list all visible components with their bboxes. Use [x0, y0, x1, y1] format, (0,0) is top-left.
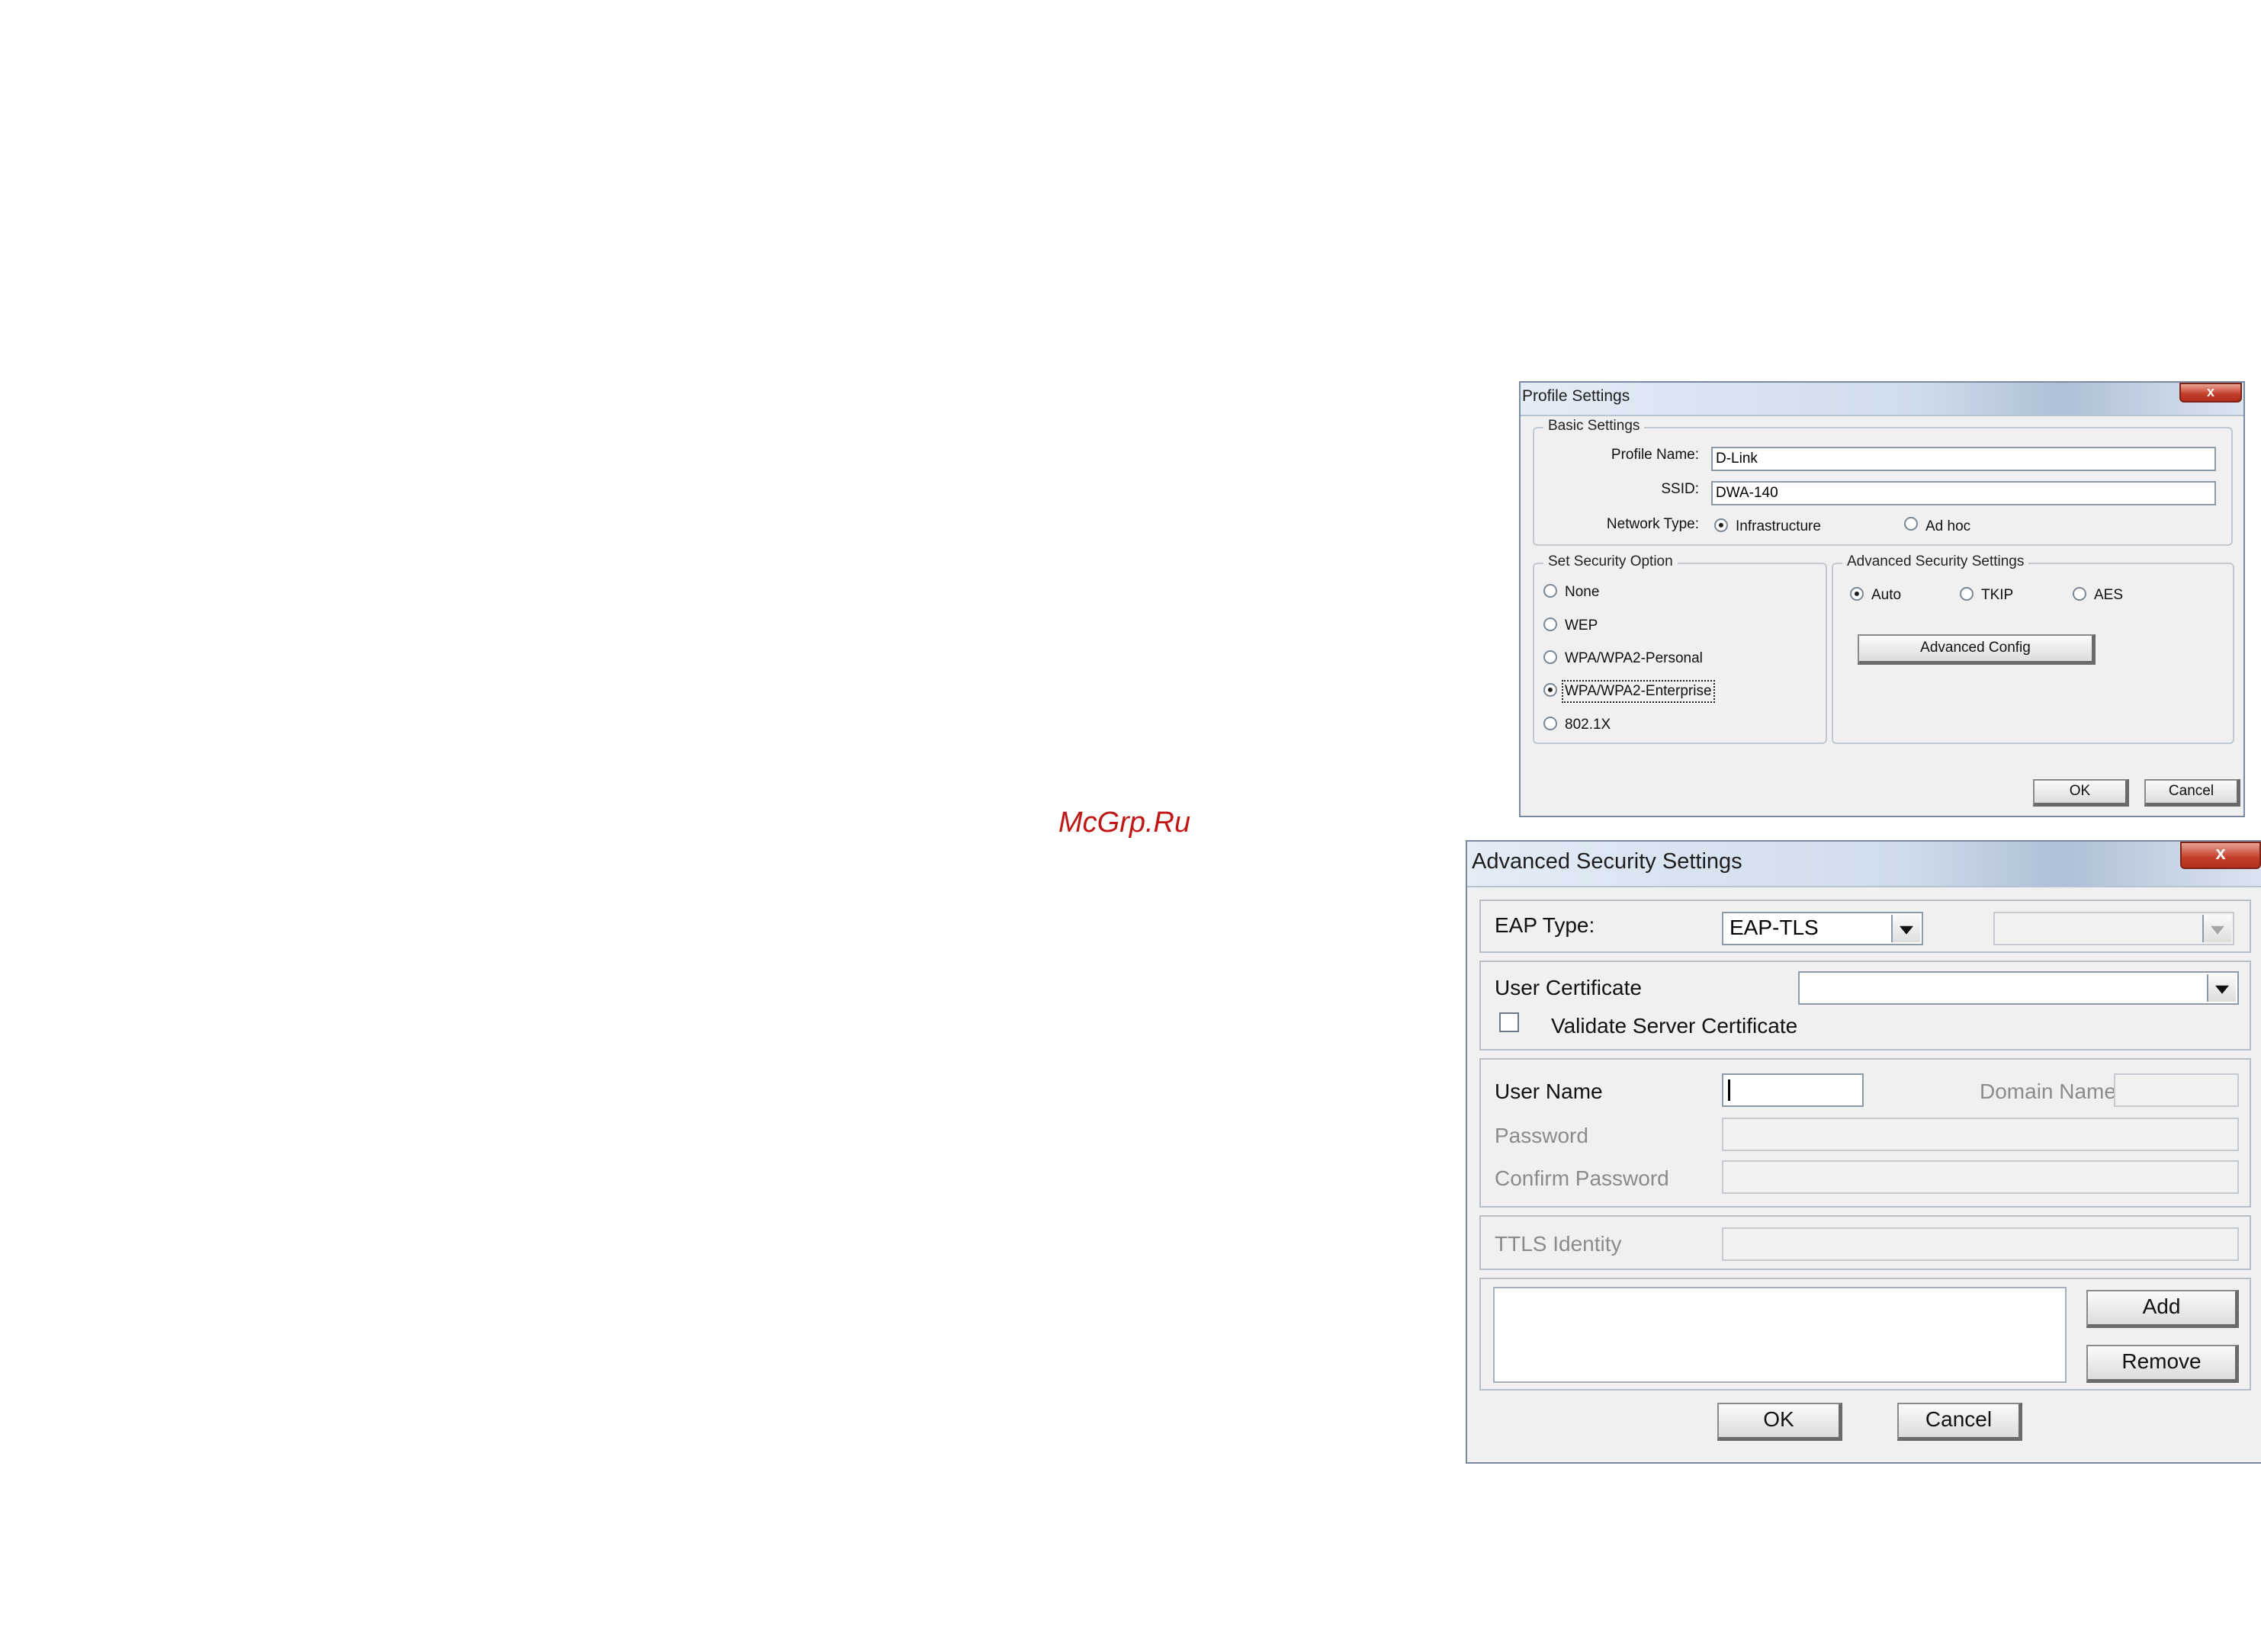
profile-ok-button[interactable]: OK [2033, 779, 2129, 807]
user-certificate-dropdown[interactable] [1798, 971, 2239, 1005]
infrastructure-radio[interactable] [1714, 518, 1728, 532]
user-certificate-section: User Certificate Validate Server Certifi… [1479, 961, 2251, 1051]
cipher-aes-radio[interactable] [2073, 587, 2086, 601]
security-8021x-label[interactable]: 802.1X [1565, 717, 1611, 733]
close-icon: x [2215, 843, 2226, 864]
chevron-down-icon[interactable] [1891, 915, 1920, 942]
ttls-identity-input [1722, 1227, 2239, 1261]
profile-name-input[interactable]: D-Link [1711, 447, 2216, 471]
basic-settings-group: Basic Settings Profile Name: D-Link SSID… [1533, 418, 2233, 546]
security-wep-radio[interactable] [1543, 617, 1557, 631]
profile-cancel-button[interactable]: Cancel [2144, 779, 2240, 807]
domain-name-label: Domain Name [1980, 1079, 2116, 1103]
profile-settings-titlebar[interactable]: Profile Settings x [1521, 383, 2243, 416]
password-input [1722, 1118, 2239, 1151]
ttls-identity-label: TTLS Identity [1495, 1232, 1622, 1256]
confirm-password-label: Confirm Password [1495, 1166, 1669, 1190]
infrastructure-label[interactable]: Infrastructure [1736, 518, 1821, 535]
security-none-radio[interactable] [1543, 584, 1557, 598]
cipher-aes-label[interactable]: AES [2094, 587, 2123, 604]
security-wpa-personal-label[interactable]: WPA/WPA2-Personal [1565, 650, 1703, 667]
watermark-text: McGrp.Ru [1058, 807, 1191, 839]
cipher-tkip-radio[interactable] [1960, 587, 1974, 601]
adhoc-label[interactable]: Ad hoc [1925, 518, 1970, 535]
security-option-group: Set Security Option None WEP WPA/WPA2-Pe… [1533, 553, 1827, 744]
ssid-label: SSID: [1661, 481, 1699, 497]
add-button[interactable]: Add [2086, 1290, 2239, 1328]
user-name-label: User Name [1495, 1079, 1603, 1103]
validate-server-checkbox[interactable] [1499, 1012, 1519, 1032]
eap-secondary-dropdown [1993, 912, 2234, 945]
validate-server-label[interactable]: Validate Server Certificate [1551, 1014, 1797, 1038]
security-wep-label[interactable]: WEP [1565, 617, 1598, 634]
advanced-security-title: Advanced Security Settings [1472, 849, 1742, 874]
remove-button[interactable]: Remove [2086, 1345, 2239, 1383]
profile-name-value: D-Link [1716, 451, 1758, 467]
profile-settings-title: Profile Settings [1522, 387, 1630, 405]
text-caret [1728, 1079, 1730, 1101]
security-none-label[interactable]: None [1565, 584, 1599, 601]
user-name-input[interactable] [1722, 1073, 1864, 1107]
close-icon: x [2206, 384, 2214, 399]
profile-name-label: Profile Name: [1611, 447, 1699, 463]
ssid-input[interactable]: DWA-140 [1711, 481, 2216, 505]
security-wpa-personal-radio[interactable] [1543, 650, 1557, 664]
password-label: Password [1495, 1124, 1588, 1147]
chevron-down-icon[interactable] [2207, 974, 2236, 1002]
advanced-config-button[interactable]: Advanced Config [1858, 634, 2096, 665]
ssid-value: DWA-140 [1716, 485, 1778, 501]
security-wpa-enterprise-radio[interactable] [1543, 683, 1557, 697]
security-8021x-radio[interactable] [1543, 717, 1557, 730]
adhoc-radio[interactable] [1904, 517, 1918, 531]
confirm-password-input [1722, 1160, 2239, 1194]
profile-close-button[interactable]: x [2179, 383, 2242, 403]
ttls-identity-section: TTLS Identity [1479, 1215, 2251, 1270]
advanced-cancel-button[interactable]: Cancel [1897, 1403, 2022, 1441]
cipher-auto-label[interactable]: Auto [1871, 587, 1901, 604]
advanced-close-button[interactable]: x [2180, 842, 2261, 869]
credentials-section: User Name Domain Name Password Confirm P… [1479, 1058, 2251, 1208]
advanced-ok-button[interactable]: OK [1717, 1403, 1842, 1441]
cipher-auto-radio[interactable] [1850, 587, 1864, 601]
security-wpa-enterprise-label[interactable]: WPA/WPA2-Enterprise [1562, 680, 1715, 703]
eap-type-section: EAP Type: EAP-TLS [1479, 900, 2251, 953]
chevron-down-icon [2202, 915, 2231, 942]
profile-settings-dialog: Profile Settings x Basic Settings Profil… [1519, 381, 2245, 817]
cipher-tkip-label[interactable]: TKIP [1981, 587, 2013, 604]
basic-settings-legend: Basic Settings [1543, 418, 1645, 435]
list-section: Add Remove [1479, 1278, 2251, 1391]
advanced-security-group: Advanced Security Settings Auto TKIP AES… [1832, 553, 2234, 744]
entries-listbox[interactable] [1493, 1287, 2067, 1383]
eap-type-value: EAP-TLS [1729, 916, 1819, 939]
eap-type-label: EAP Type: [1495, 913, 1595, 937]
security-option-legend: Set Security Option [1543, 553, 1678, 570]
advanced-security-legend: Advanced Security Settings [1842, 553, 2029, 570]
user-certificate-label: User Certificate [1495, 976, 1642, 999]
advanced-security-titlebar[interactable]: Advanced Security Settings x [1467, 842, 2261, 887]
domain-name-input [2114, 1073, 2239, 1107]
network-type-label: Network Type: [1606, 516, 1699, 532]
eap-type-dropdown[interactable]: EAP-TLS [1722, 912, 1923, 945]
advanced-security-dialog: Advanced Security Settings x EAP Type: E… [1466, 840, 2261, 1464]
